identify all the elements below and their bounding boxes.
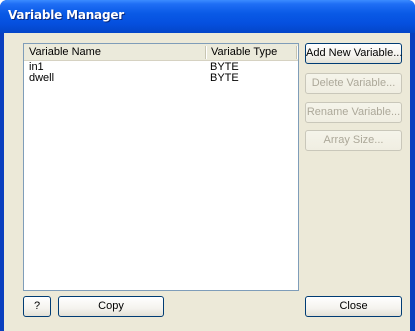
add-new-variable-button[interactable]: Add New Variable... <box>305 43 402 64</box>
list-row[interactable]: dwell BYTE <box>24 73 298 84</box>
list-row[interactable]: in1 BYTE <box>24 62 298 73</box>
window-title: Variable Manager <box>8 8 125 22</box>
column-separator[interactable] <box>296 46 298 59</box>
rename-variable-button[interactable]: Rename Variable... <box>305 102 402 123</box>
delete-variable-button[interactable]: Delete Variable... <box>305 73 402 94</box>
array-size-button[interactable]: Array Size... <box>305 130 402 151</box>
dialog-body: Variable Name Variable Type in1 BYTE dwe… <box>4 33 410 331</box>
variable-manager-window: Variable Manager Variable Name Variable … <box>0 0 415 331</box>
title-bar[interactable]: Variable Manager <box>0 0 415 33</box>
close-button[interactable]: Close <box>305 296 402 317</box>
variable-list[interactable]: Variable Name Variable Type in1 BYTE dwe… <box>23 43 299 291</box>
copy-button[interactable]: Copy <box>58 296 164 317</box>
column-header-variable-type[interactable]: Variable Type <box>206 44 298 61</box>
column-header-variable-name[interactable]: Variable Name <box>24 44 206 61</box>
list-header: Variable Name Variable Type <box>24 44 298 61</box>
variable-name-cell: dwell <box>29 72 55 84</box>
variable-type-cell: BYTE <box>210 72 239 84</box>
help-button[interactable]: ? <box>23 296 51 317</box>
